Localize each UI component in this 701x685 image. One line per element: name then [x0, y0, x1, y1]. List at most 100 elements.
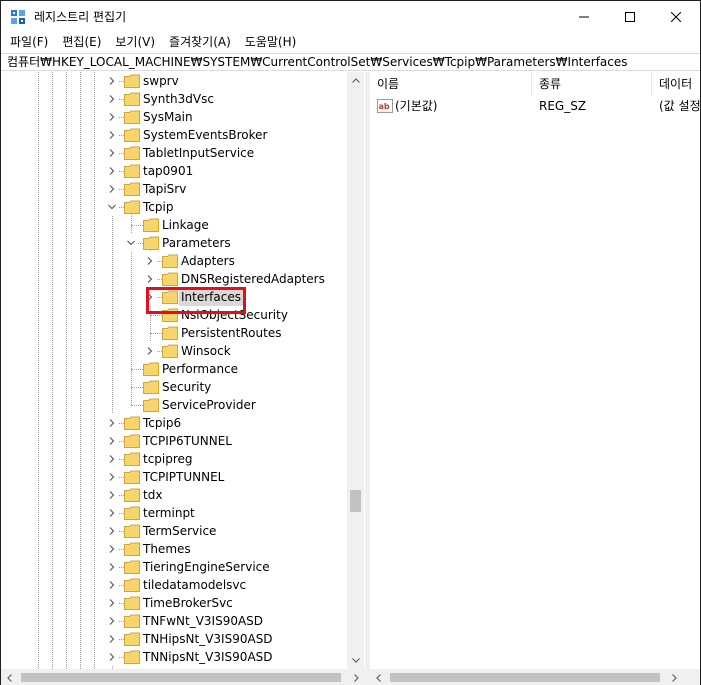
tree-item-performance[interactable]: Performance [1, 360, 347, 378]
value-data: (값 설정 안 됨) [659, 99, 700, 113]
expand-toggle[interactable] [144, 270, 156, 288]
menu-view[interactable]: 보기(V) [108, 32, 162, 53]
expand-toggle[interactable] [106, 504, 118, 522]
expand-toggle[interactable] [106, 414, 118, 432]
values-hscroll-thumb[interactable] [390, 673, 660, 682]
expand-toggle[interactable] [106, 162, 118, 180]
column-header-type[interactable]: 종류 [532, 72, 652, 96]
expand-toggle[interactable] [106, 108, 118, 126]
key-tree-pane[interactable]: swprv Synth3dVsc SysMain SystemEventsBroker… [1, 72, 365, 669]
value-row[interactable]: ab (기본값) REG_SZ (값 설정 안 됨) [370, 96, 700, 116]
tree-item-themes[interactable]: Themes [1, 540, 347, 558]
menu-favorites[interactable]: 즐겨찾기(A) [162, 32, 238, 53]
svg-text:ab: ab [379, 102, 390, 111]
tree-item-tap0901[interactable]: tap0901 [1, 162, 347, 180]
tree-item-adapters[interactable]: Adapters [1, 252, 347, 270]
expand-toggle[interactable] [106, 72, 118, 90]
chevron-right-icon [109, 473, 115, 481]
expand-toggle[interactable] [106, 540, 118, 558]
tree-item-termservice[interactable]: TermService [1, 522, 347, 540]
tree-hscroll-thumb[interactable] [21, 673, 341, 682]
interfaces-highlight-box [146, 287, 246, 314]
tree-item-tdx[interactable]: tdx [1, 486, 347, 504]
scroll-left-button[interactable] [1, 669, 18, 685]
title-bar[interactable]: 레지스트리 편집기 [1, 1, 700, 32]
minimize-button[interactable] [561, 1, 607, 32]
scroll-down-button[interactable] [347, 652, 364, 669]
expand-toggle[interactable] [106, 450, 118, 468]
tree-item-label: TermService [143, 524, 217, 538]
tree-item-label: terminpt [143, 506, 195, 520]
menu-edit[interactable]: 편집(E) [55, 32, 108, 53]
expand-toggle[interactable] [106, 522, 118, 540]
collapse-toggle[interactable] [106, 198, 118, 216]
tree-item-tcpiptunnel[interactable]: TCPIPTUNNEL [1, 468, 347, 486]
tree-item-systemeventsbroker[interactable]: SystemEventsBroker [1, 126, 347, 144]
tree-item-winsock[interactable]: Winsock [1, 342, 347, 360]
tree-item-swprv[interactable]: swprv [1, 72, 347, 90]
tree-item-tnhipsnt-v3is90asd[interactable]: TNHipsNt_V3IS90ASD [1, 630, 347, 648]
tree-item-tapisrv[interactable]: TapiSrv [1, 180, 347, 198]
expand-toggle[interactable] [106, 576, 118, 594]
column-header-data[interactable]: 데이터 [652, 72, 700, 96]
collapse-toggle[interactable] [125, 234, 137, 252]
tree-item-terminpt[interactable]: terminpt [1, 504, 347, 522]
tree-item-label: TabletInputService [143, 146, 255, 160]
tree-item-timebrokersvc[interactable]: TimeBrokerSvc [1, 594, 347, 612]
expand-toggle[interactable] [106, 630, 118, 648]
tree-item-serviceprovider[interactable]: ServiceProvider [1, 396, 347, 414]
folder-icon [124, 182, 140, 196]
tree-item-label: TieringEngineService [143, 560, 270, 574]
expand-toggle[interactable] [106, 486, 118, 504]
tree-item-tcpipreg[interactable]: tcpipreg [1, 450, 347, 468]
values-pane[interactable]: 이름 종류 데이터 ab (기본값) REG_SZ (값 설정 안 됨) [370, 72, 700, 669]
chevron-right-icon [109, 635, 115, 643]
expand-toggle[interactable] [106, 432, 118, 450]
menu-file[interactable]: 파일(F) [1, 32, 55, 53]
tree-scroll-thumb[interactable] [350, 490, 361, 512]
values-scroll-left-button[interactable] [370, 669, 387, 685]
tree-item-tcpip6tunnel[interactable]: TCPIP6TUNNEL [1, 432, 347, 450]
tree-item-security[interactable]: Security [1, 378, 347, 396]
tree-item-tcpip[interactable]: Tcpip [1, 198, 347, 216]
menu-help[interactable]: 도움말(H) [238, 32, 304, 53]
scroll-up-button[interactable] [347, 72, 364, 89]
key-tree[interactable]: swprv Synth3dVsc SysMain SystemEventsBroker… [1, 72, 347, 669]
expand-toggle[interactable] [106, 612, 118, 630]
tree-item-persistentroutes[interactable]: PersistentRoutes [1, 324, 347, 342]
values-horizontal-scrollbar[interactable] [370, 669, 700, 685]
tree-item-synth3dvsc[interactable]: Synth3dVsc [1, 90, 347, 108]
expand-toggle[interactable] [106, 558, 118, 576]
tree-item-dnsregisteredadapters[interactable]: DNSRegisteredAdapters [1, 270, 347, 288]
expand-toggle[interactable] [106, 648, 118, 666]
maximize-button[interactable] [607, 1, 653, 32]
values-scroll-right-button[interactable] [666, 669, 683, 685]
expand-toggle[interactable] [144, 342, 156, 360]
tree-item-tabletinputservice[interactable]: TabletInputService [1, 144, 347, 162]
expand-toggle[interactable] [106, 594, 118, 612]
tree-vertical-scrollbar[interactable] [347, 72, 364, 669]
size-grip[interactable] [683, 669, 700, 685]
tree-item-linkage[interactable]: Linkage [1, 216, 347, 234]
scroll-right-button[interactable] [348, 669, 365, 685]
tree-item-label: tiledatamodelsvc [143, 578, 247, 592]
close-button[interactable] [653, 1, 699, 32]
expand-toggle[interactable] [144, 252, 156, 270]
folder-icon [124, 92, 140, 106]
expand-toggle[interactable] [106, 180, 118, 198]
tree-item-tnfwnt-v3is90asd[interactable]: TNFwNt_V3IS90ASD [1, 612, 347, 630]
column-header-name[interactable]: 이름 [370, 72, 532, 96]
tree-item-tiledatamodelsvc[interactable]: tiledatamodelsvc [1, 576, 347, 594]
tree-horizontal-scrollbar[interactable] [1, 669, 365, 685]
expand-toggle[interactable] [106, 90, 118, 108]
tree-item-tcpip6[interactable]: Tcpip6 [1, 414, 347, 432]
address-bar[interactable]: 컴퓨터₩HKEY_LOCAL_MACHINE₩SYSTEM₩CurrentCon… [1, 53, 700, 71]
tree-item-tnnipsnt-v3is90asd[interactable]: TNNipsNt_V3IS90ASD [1, 648, 347, 666]
tree-item-tieringengineservice[interactable]: TieringEngineService [1, 558, 347, 576]
tree-item-sysmain[interactable]: SysMain [1, 108, 347, 126]
expand-toggle[interactable] [106, 468, 118, 486]
value-type: REG_SZ [539, 99, 587, 113]
expand-toggle[interactable] [106, 126, 118, 144]
tree-item-parameters[interactable]: Parameters [1, 234, 347, 252]
expand-toggle[interactable] [106, 144, 118, 162]
